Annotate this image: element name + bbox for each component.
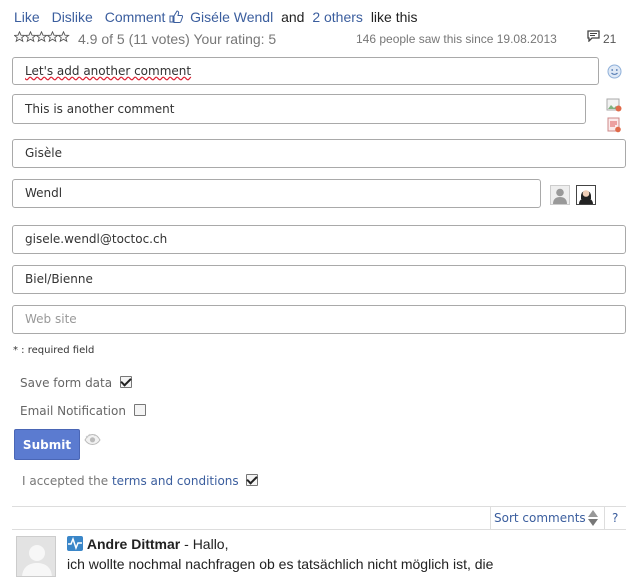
comment-link[interactable]: Comment — [105, 9, 166, 25]
thumbs-up-icon — [169, 10, 184, 23]
sort-comments-link[interactable]: Sort comments — [494, 511, 586, 525]
terms-row: I accepted the terms and conditions — [22, 474, 259, 488]
location-input[interactable]: Biel/Bienne — [12, 265, 626, 294]
comment-greeting: - Hallo, — [184, 536, 229, 552]
male-avatar-icon[interactable] — [550, 185, 570, 205]
default-avatar-icon — [17, 537, 55, 576]
comment-text: ich wollte nochmal nachfragen ob es tats… — [67, 556, 494, 572]
others-link[interactable]: 2 others — [312, 9, 363, 25]
submit-button[interactable]: Submit — [14, 429, 80, 460]
views-text: 146 people saw this since 19.08.2013 — [356, 32, 557, 46]
activity-pulse-icon — [67, 536, 83, 551]
and-text: and — [281, 9, 305, 25]
comment-title-input[interactable]: Let's add another comment — [12, 57, 599, 85]
female-avatar-icon[interactable] — [576, 185, 596, 205]
comments-count: 21 — [603, 32, 617, 46]
avatar[interactable] — [16, 536, 56, 577]
help-link[interactable]: ? — [612, 511, 618, 525]
sort-bar-bottom-divider — [12, 529, 626, 530]
image-upload-icon[interactable] — [606, 98, 622, 112]
comment-header: Andre Dittmar - Hallo, — [67, 536, 229, 552]
last-name-input[interactable]: Wendl — [12, 179, 541, 208]
rating-stars-icon — [13, 30, 70, 43]
action-bar: Like Dislike Comment Giséle Wendl and 2 … — [14, 9, 418, 25]
pdf-upload-icon[interactable] — [606, 117, 622, 133]
email-notification-row: Email Notification — [20, 404, 146, 418]
required-field-note: * : required field — [13, 345, 95, 356]
preview-eye-icon[interactable] — [84, 433, 101, 446]
sort-arrows-icon[interactable] — [587, 509, 599, 527]
email-notification-label: Email Notification — [20, 404, 126, 418]
like-this-text: like this — [370, 9, 418, 25]
comment-bubble-icon[interactable] — [587, 30, 600, 42]
comment-body-textarea[interactable]: This is another comment — [12, 94, 586, 124]
terms-checkbox[interactable] — [246, 474, 259, 486]
comment-title-value: Let's add another comment — [25, 64, 192, 78]
last-name-value: Wendl — [25, 186, 63, 200]
liker-name-link[interactable]: Giséle Wendl — [190, 9, 273, 25]
email-value: gisele.wendl@toctoc.ch — [25, 232, 168, 246]
email-input[interactable]: gisele.wendl@toctoc.ch — [12, 225, 626, 254]
first-name-value: Gisèle — [25, 146, 62, 160]
star-rating-icon[interactable] — [13, 30, 70, 46]
rating-text: 4.9 of 5 (11 votes) Your rating: 5 — [78, 31, 277, 47]
terms-prefix: I accepted the — [22, 474, 109, 488]
comment-body-value: This is another comment — [25, 102, 175, 116]
smiley-icon[interactable] — [607, 64, 622, 79]
dislike-link[interactable]: Dislike — [52, 9, 93, 25]
save-form-row: Save form data — [20, 376, 132, 390]
like-link[interactable]: Like — [14, 9, 40, 25]
sort-separator — [604, 507, 605, 529]
location-value: Biel/Bienne — [25, 272, 93, 286]
save-form-label: Save form data — [20, 376, 113, 390]
save-form-checkbox[interactable] — [119, 376, 132, 388]
email-notification-checkbox[interactable] — [133, 404, 146, 416]
website-placeholder: Web site — [25, 312, 77, 326]
first-name-input[interactable]: Gisèle — [12, 139, 626, 168]
comment-author-name[interactable]: Andre Dittmar — [87, 536, 180, 552]
website-input[interactable]: Web site — [12, 305, 626, 334]
terms-link[interactable]: terms and conditions — [112, 474, 239, 488]
